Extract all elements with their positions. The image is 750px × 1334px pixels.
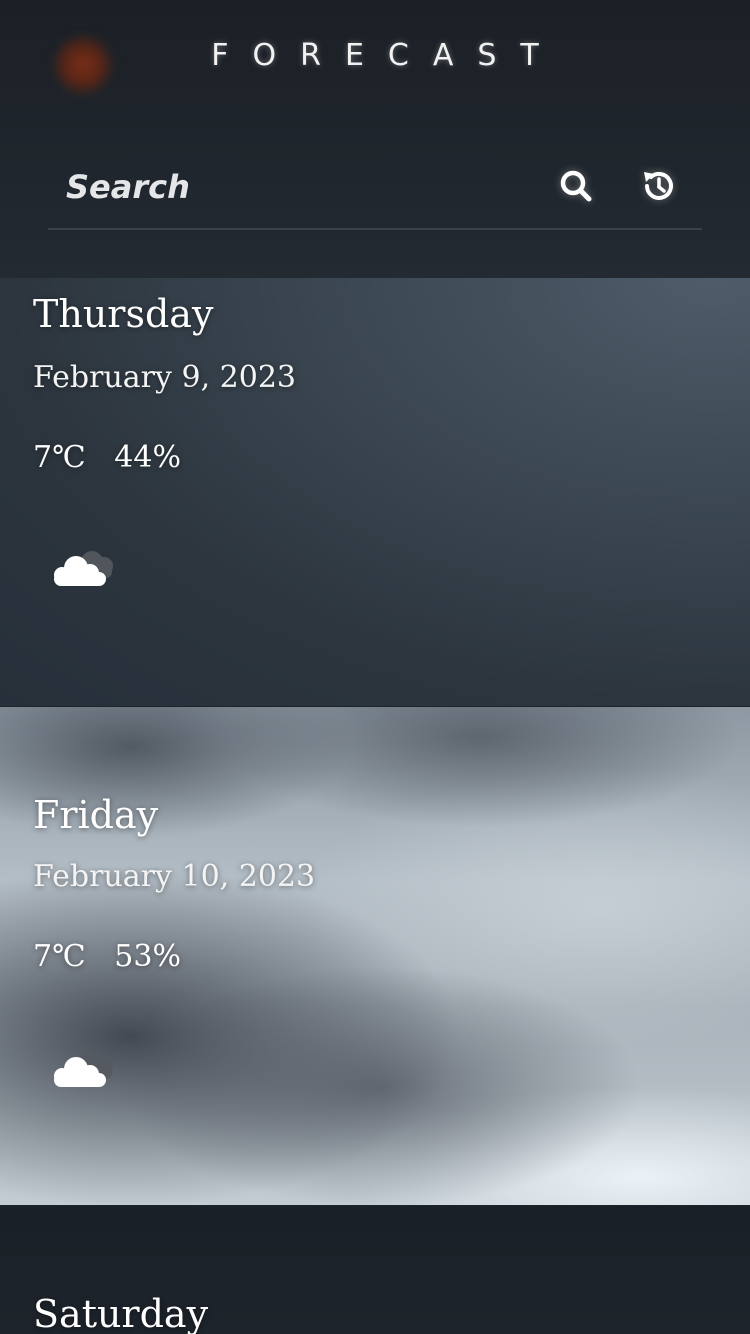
day-date: February 9, 2023 xyxy=(33,360,297,395)
app-title: FORECAST xyxy=(211,38,563,73)
day-stats: 7℃ 44% xyxy=(33,440,181,475)
humidity: 44% xyxy=(114,440,181,475)
search-icon xyxy=(560,170,592,202)
day-name: Friday xyxy=(33,793,159,837)
forecast-app: FORECAST Thursday February 9, 2023 xyxy=(0,0,750,1334)
day-name: Saturday xyxy=(33,1292,209,1334)
search-input[interactable] xyxy=(64,158,528,216)
search-button[interactable] xyxy=(556,166,596,206)
history-icon xyxy=(644,171,673,200)
temperature: 7℃ xyxy=(33,939,86,974)
history-button[interactable] xyxy=(638,166,678,206)
forecast-card-friday[interactable]: Friday February 10, 2023 7℃ 53% xyxy=(0,707,750,1205)
forecast-card-thursday[interactable]: Thursday February 9, 2023 7℃ 44% xyxy=(0,278,750,706)
day-name: Thursday xyxy=(33,292,214,336)
forecast-card-saturday[interactable]: Saturday xyxy=(0,1206,750,1334)
search-bar xyxy=(48,150,702,230)
cloudy-icon xyxy=(46,542,120,592)
header: FORECAST xyxy=(0,0,750,278)
temperature: 7℃ xyxy=(33,440,86,475)
cloudy-icon xyxy=(46,1043,120,1093)
day-date: February 10, 2023 xyxy=(33,859,316,894)
humidity: 53% xyxy=(114,939,181,974)
day-stats: 7℃ 53% xyxy=(33,939,181,974)
